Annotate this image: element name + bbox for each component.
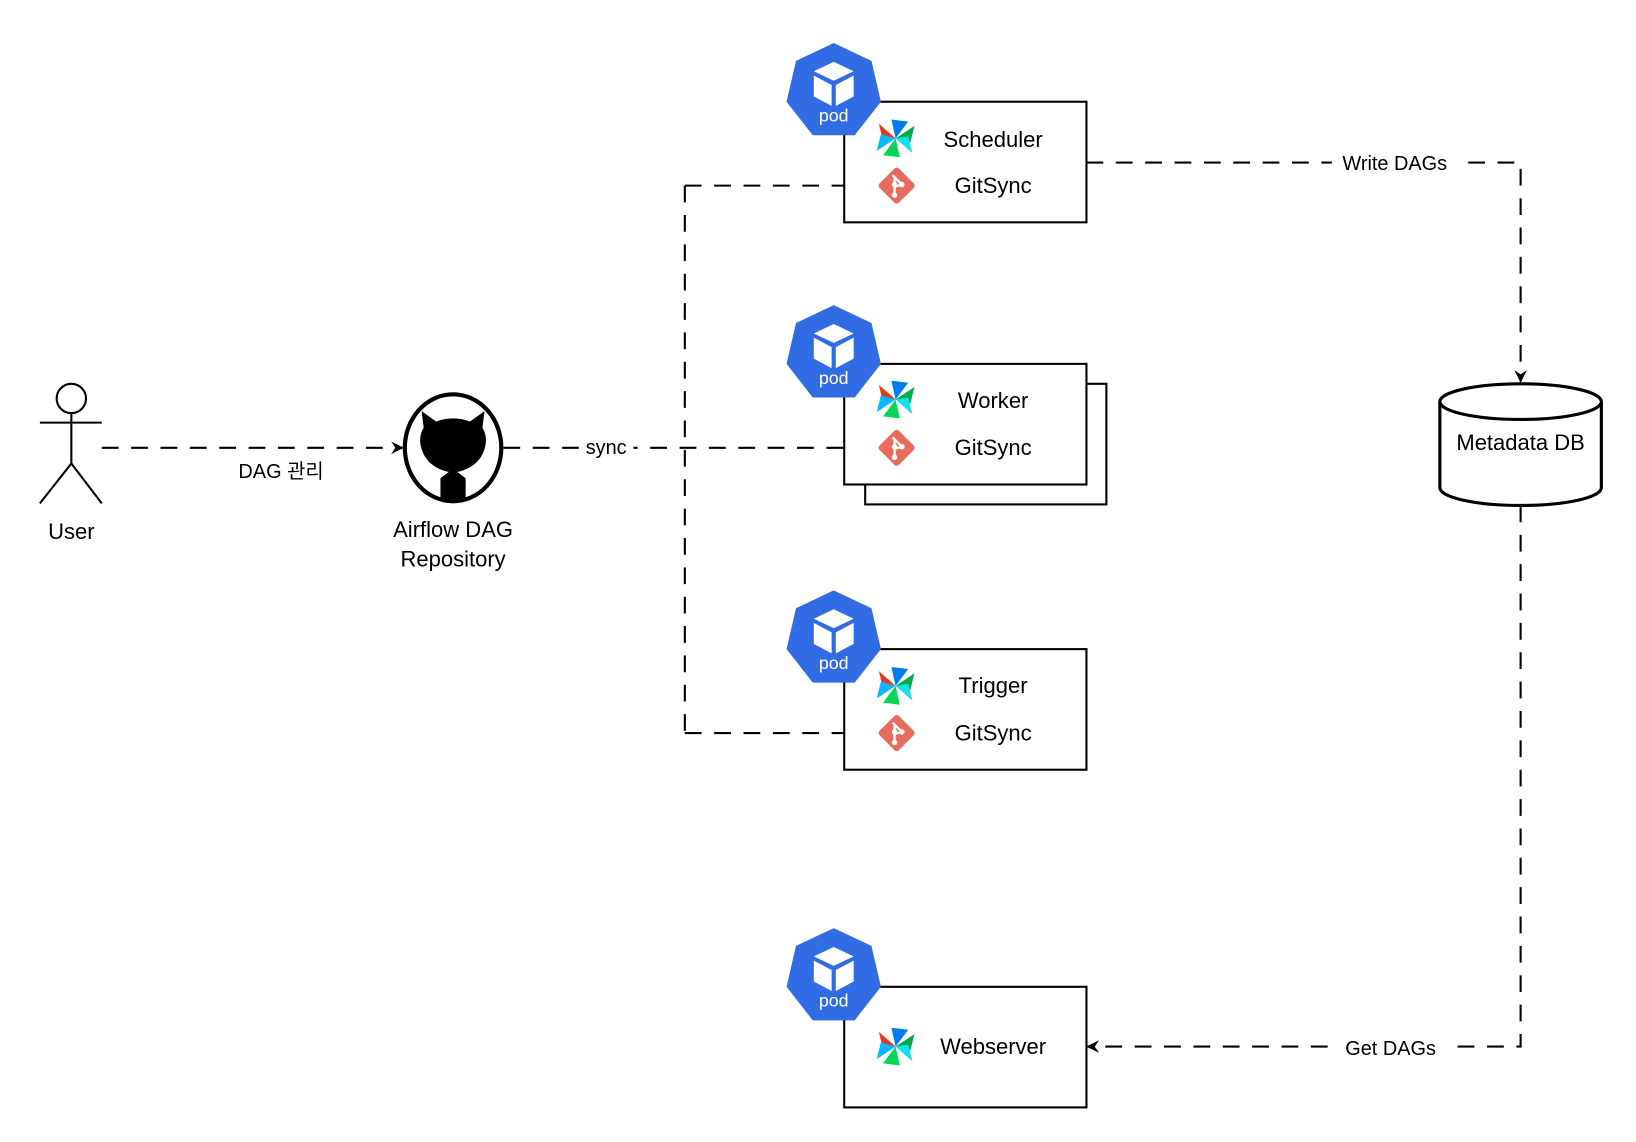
repo-label-line2: Repository (400, 546, 505, 571)
person-icon (39, 382, 103, 505)
edge-label-dag-manage: DAG 관리 (238, 460, 323, 483)
gitsync-label: GitSync (955, 173, 1032, 198)
pod-badge: pod (819, 106, 849, 126)
trigger-label: Trigger (959, 673, 1028, 698)
scheduler-label: Scheduler (944, 127, 1043, 152)
db-label: Metadata DB (1456, 430, 1585, 455)
user-actor[interactable]: User (39, 382, 103, 544)
pod-badge: pod (819, 991, 849, 1011)
architecture-diagram: User DAG 관리 Airflow DAG Repository sync … (39, 42, 1603, 1109)
edge-get-dags (1086, 505, 1522, 1053)
gitsync-label: GitSync (955, 435, 1032, 460)
metadata-db[interactable]: Metadata DB (1438, 382, 1603, 508)
edge-write-dags (1086, 161, 1527, 383)
pod-badge: pod (819, 653, 849, 673)
user-label: User (48, 519, 94, 544)
gitsync-label: GitSync (955, 720, 1032, 745)
worker-label: Worker (958, 388, 1029, 413)
edge-label-get-dags: Get DAGs (1345, 1038, 1436, 1060)
pod-badge: pod (819, 368, 849, 388)
scheduler-pod[interactable]: pod Scheduler GitSync (786, 42, 1088, 224)
repo-label-line1: Airflow DAG (393, 517, 513, 542)
trigger-pod[interactable]: pod Trigger GitSync (786, 590, 1088, 771)
webserver-label: Webserver (940, 1034, 1046, 1059)
worker-pod[interactable]: pod Worker GitSync (786, 305, 1108, 506)
edge-label-write-dags: Write DAGs (1342, 153, 1447, 175)
webserver-pod[interactable]: pod Webserver (786, 928, 1088, 1109)
repository-node[interactable]: Airflow DAG Repository (393, 392, 513, 571)
edge-label-sync: sync (586, 437, 627, 459)
